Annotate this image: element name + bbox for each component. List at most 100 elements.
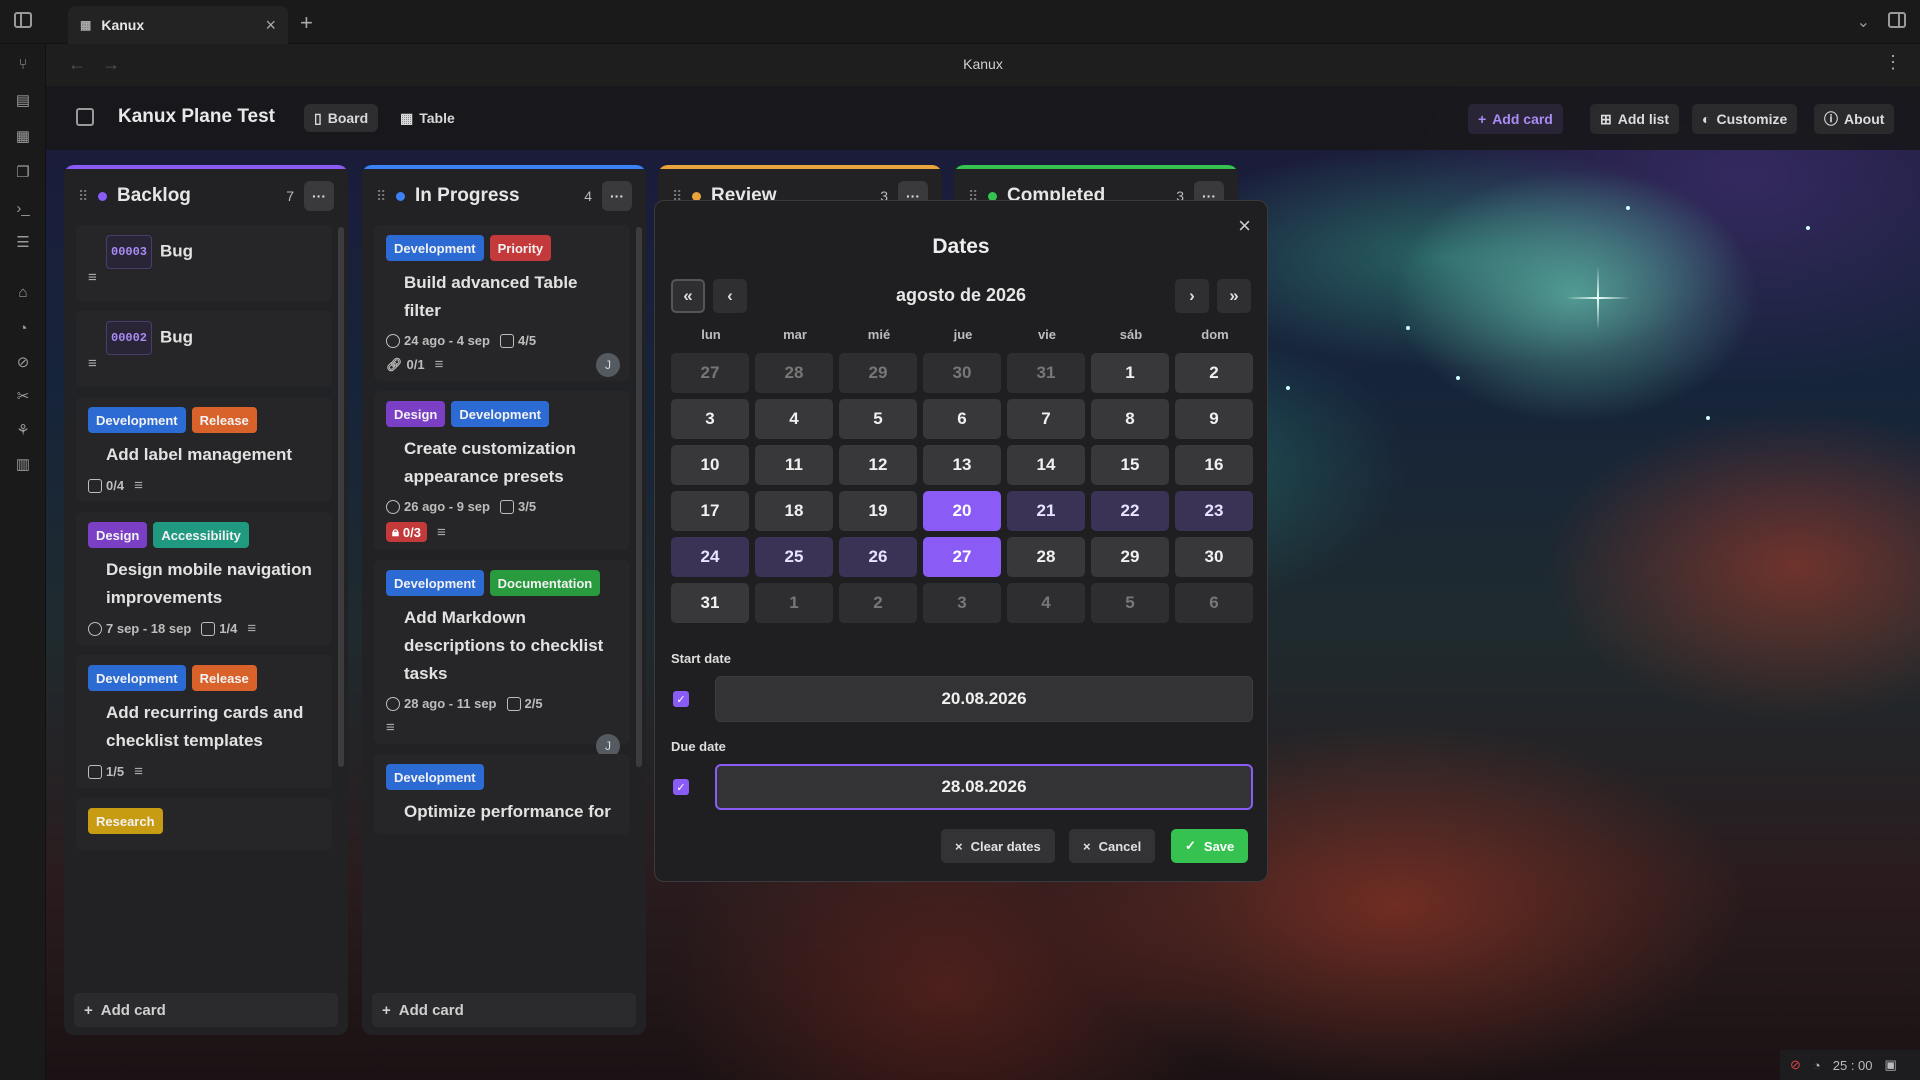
list-icon[interactable]: ☰ <box>14 234 32 252</box>
column-menu-button[interactable]: ··· <box>304 181 334 211</box>
cancel-button[interactable]: × Cancel <box>1069 829 1156 863</box>
calendar-day[interactable]: 1 <box>755 583 833 623</box>
next-year-button[interactable]: » <box>1217 279 1251 313</box>
next-month-button[interactable]: › <box>1175 279 1209 313</box>
calendar-day[interactable]: 1 <box>1091 353 1169 393</box>
calendar-day[interactable]: 29 <box>839 353 917 393</box>
card[interactable]: 00003 Bug ≡ <box>76 225 332 301</box>
calendar-day[interactable]: 5 <box>1091 583 1169 623</box>
add-card-footer-button[interactable]: + Add card <box>372 993 636 1027</box>
calendar-day[interactable]: 21 <box>1007 491 1085 531</box>
calendar-day[interactable]: 14 <box>1007 445 1085 485</box>
close-tab-icon[interactable]: × <box>265 15 276 36</box>
calendar-icon[interactable]: ▦ <box>14 128 32 146</box>
calendar-day[interactable]: 29 <box>1091 537 1169 577</box>
due-date-checkbox[interactable]: ✓ <box>673 779 689 795</box>
calendar-day[interactable]: 20 <box>923 491 1001 531</box>
save-button[interactable]: ✓ Save <box>1171 829 1249 863</box>
calendar-day[interactable]: 31 <box>1007 353 1085 393</box>
calendar-day[interactable]: 27 <box>671 353 749 393</box>
calendar-day[interactable]: 28 <box>755 353 833 393</box>
calendar-day[interactable]: 7 <box>1007 399 1085 439</box>
add-list-button[interactable]: ⊞ Add list <box>1590 104 1680 134</box>
calendar-day[interactable]: 11 <box>755 445 833 485</box>
calendar-day[interactable]: 31 <box>671 583 749 623</box>
eye-off-icon[interactable]: ⊘ <box>14 354 32 372</box>
calendar-day[interactable]: 25 <box>755 537 833 577</box>
drag-handle-icon[interactable]: ⠿ <box>78 188 88 205</box>
board-view-button[interactable]: ▯ Board <box>304 104 379 132</box>
card[interactable]: Research <box>76 798 332 850</box>
calendar-day[interactable]: 4 <box>1007 583 1085 623</box>
calendar-day[interactable]: 4 <box>755 399 833 439</box>
file-icon[interactable]: ▤ <box>14 92 32 110</box>
due-date-input[interactable]: 28.08.2026 <box>715 764 1253 810</box>
calendar-day[interactable]: 15 <box>1091 445 1169 485</box>
timer-icon[interactable]: ◔ <box>14 320 32 338</box>
calendar-day[interactable]: 17 <box>671 491 749 531</box>
scrollbar[interactable] <box>636 227 642 767</box>
calendar-day[interactable]: 23 <box>1175 491 1253 531</box>
calendar-day[interactable]: 10 <box>671 445 749 485</box>
card[interactable]: Design Accessibility Design mobile naviga… <box>76 512 332 645</box>
calendar-day[interactable]: 12 <box>839 445 917 485</box>
tools-icon[interactable]: ✂ <box>14 388 32 406</box>
calendar-day[interactable]: 2 <box>839 583 917 623</box>
graph-icon[interactable]: ⑂ <box>14 56 32 74</box>
tab-kanux[interactable]: ▦ Kanux × <box>68 6 288 44</box>
calendar-day[interactable]: 30 <box>1175 537 1253 577</box>
column-count: 4 <box>584 188 592 204</box>
timer-icon[interactable]: ◔ <box>1813 1058 1821 1073</box>
sync-off-icon[interactable]: ⊘ <box>1790 1057 1801 1073</box>
new-tab-icon[interactable]: + <box>300 10 313 36</box>
card[interactable]: 00002 Bug ≡ <box>76 311 332 387</box>
tree-icon[interactable]: ⚘ <box>14 422 32 440</box>
start-date-input[interactable]: 20.08.2026 <box>715 676 1253 722</box>
more-options-icon[interactable]: ⋮ <box>1884 52 1902 73</box>
calendar-day[interactable]: 27 <box>923 537 1001 577</box>
calendar-day[interactable]: 2 <box>1175 353 1253 393</box>
kanban-icon[interactable]: ▥ <box>14 456 32 474</box>
calendar-day[interactable]: 16 <box>1175 445 1253 485</box>
calendar-day[interactable]: 28 <box>1007 537 1085 577</box>
card[interactable]: Development Release Add recurring cards a… <box>76 655 332 788</box>
customize-button[interactable]: ◐ Customize <box>1692 104 1798 134</box>
card[interactable]: Development Documentation Add Markdown de… <box>374 560 630 758</box>
clear-dates-button[interactable]: × Clear dates <box>941 829 1055 863</box>
avatar[interactable]: J <box>596 353 620 377</box>
terminal-icon[interactable]: ›_ <box>14 200 32 218</box>
calendar-day[interactable]: 9 <box>1175 399 1253 439</box>
calendar-day[interactable]: 24 <box>671 537 749 577</box>
column-menu-button[interactable]: ··· <box>602 181 632 211</box>
table-view-button[interactable]: ▦ Table <box>390 104 465 132</box>
calendar-day[interactable]: 3 <box>923 583 1001 623</box>
calendar-day[interactable]: 19 <box>839 491 917 531</box>
grid-icon[interactable] <box>76 108 94 126</box>
scrollbar[interactable] <box>338 227 344 767</box>
calendar-day[interactable]: 26 <box>839 537 917 577</box>
card[interactable]: Design Development Create customization a… <box>374 391 630 599</box>
calendar-day[interactable]: 6 <box>1175 583 1253 623</box>
card[interactable]: Development Priority Build advanced Table… <box>374 225 630 381</box>
chevron-down-icon[interactable]: ⌄ <box>1857 12 1870 32</box>
calendar-day[interactable]: 5 <box>839 399 917 439</box>
calendar-day[interactable]: 3 <box>671 399 749 439</box>
calendar-day[interactable]: 13 <box>923 445 1001 485</box>
calendar-day[interactable]: 22 <box>1091 491 1169 531</box>
calendar-day[interactable]: 18 <box>755 491 833 531</box>
home-icon[interactable]: ⌂ <box>14 284 32 302</box>
lock-icon[interactable]: ▣ <box>1885 1057 1897 1073</box>
calendar-day[interactable]: 8 <box>1091 399 1169 439</box>
add-card-button[interactable]: + Add card <box>1468 104 1563 134</box>
card[interactable]: Development Optimize performance for <box>374 754 630 834</box>
copy-icon[interactable]: ❐ <box>14 164 32 182</box>
calendar-day[interactable]: 6 <box>923 399 1001 439</box>
drag-handle-icon[interactable]: ⠿ <box>376 188 386 205</box>
add-card-footer-button[interactable]: + Add card <box>74 993 338 1027</box>
calendar-day[interactable]: 30 <box>923 353 1001 393</box>
sidebar-toggle-icon[interactable] <box>14 12 32 28</box>
card[interactable]: Development Release Add label management … <box>76 397 332 502</box>
start-date-checkbox[interactable]: ✓ <box>673 691 689 707</box>
right-sidebar-toggle-icon[interactable] <box>1888 12 1906 28</box>
about-button[interactable]: ⓘ About <box>1814 104 1895 134</box>
